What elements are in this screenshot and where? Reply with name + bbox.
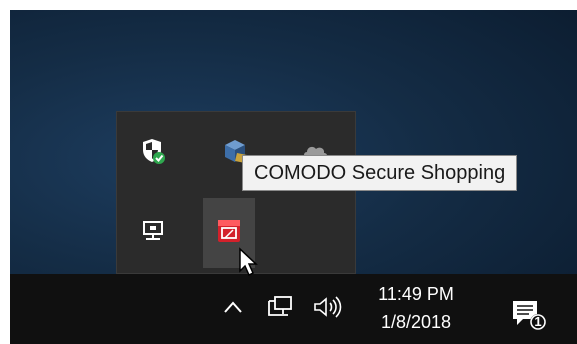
taskbar: 11:49 PM 1/8/2018 1: [10, 274, 577, 344]
show-hidden-icons-button[interactable]: [216, 292, 250, 326]
defender-tray-item[interactable]: [127, 118, 179, 188]
network-monitor-icon: [141, 220, 165, 247]
network-status-button[interactable]: [262, 292, 298, 326]
taskbar-clock[interactable]: 11:49 PM 1/8/2018: [368, 280, 464, 336]
clock-time: 11:49 PM: [378, 284, 454, 304]
notification-badge: 1: [534, 314, 542, 329]
volume-icon: [312, 295, 344, 324]
network-icon: [267, 295, 293, 324]
windows-defender-shield-icon: [140, 137, 166, 170]
tray-overflow-popup: [116, 111, 356, 274]
tray-tooltip: COMODO Secure Shopping: [242, 155, 518, 191]
clock-date: 1/8/2018: [380, 312, 452, 332]
network-monitor-tray-item[interactable]: [127, 198, 179, 268]
comodo-secure-shopping-icon: [215, 217, 243, 250]
chevron-up-icon: [223, 300, 243, 319]
mouse-cursor-icon: [238, 247, 260, 284]
volume-button[interactable]: [308, 292, 348, 326]
notification-icon: 1: [507, 293, 547, 333]
action-center-button[interactable]: 1: [502, 288, 552, 338]
